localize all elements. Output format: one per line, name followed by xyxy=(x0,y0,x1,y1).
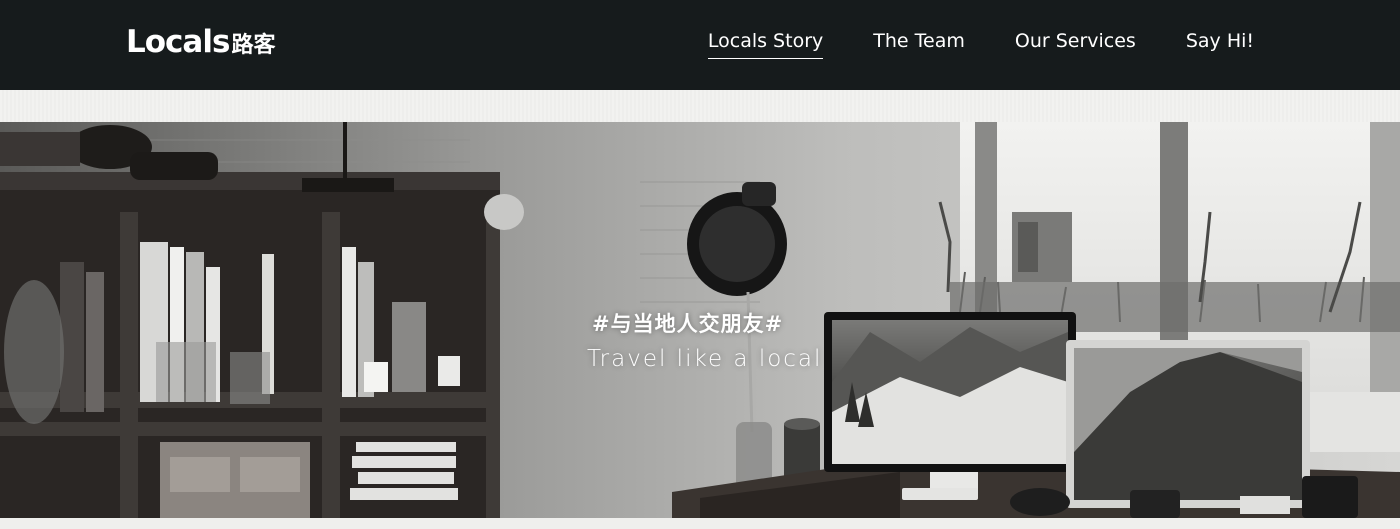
nav-link-say-hi[interactable]: Say Hi! xyxy=(1186,28,1254,59)
main-nav: Locals Story The Team Our Services Say H… xyxy=(707,28,1254,59)
site-logo[interactable]: Locals 路客 xyxy=(126,22,275,62)
nav-link-the-team[interactable]: The Team xyxy=(873,28,965,59)
hero-tagline: Travel like a local xyxy=(587,346,823,372)
page-content-edge xyxy=(0,518,1400,529)
header-divider-strip xyxy=(0,90,1400,122)
nav-link-locals-story[interactable]: Locals Story xyxy=(707,28,824,59)
logo-chinese-text: 路客 xyxy=(231,33,276,58)
nav-link-our-services[interactable]: Our Services xyxy=(1015,28,1136,59)
hero-banner: #与当地人交朋友# Travel like a local xyxy=(0,122,1400,518)
hero-hashtag: #与当地人交朋友# xyxy=(592,312,784,336)
logo-wordmark: Locals xyxy=(126,24,230,60)
top-navigation-bar: Locals 路客 Locals Story The Team Our Serv… xyxy=(0,0,1400,90)
